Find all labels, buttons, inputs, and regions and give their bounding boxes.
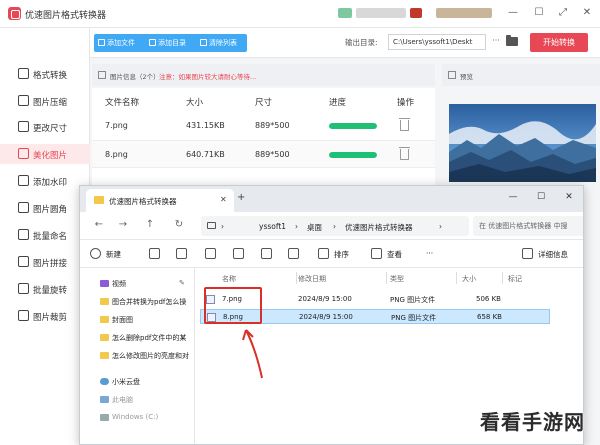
converter-app: 优速图片格式转换器 — ☐ ⤢ ✕ 添加文件 添加目录 清除列表 输出目录: C… bbox=[0, 0, 600, 445]
annotation-arrow bbox=[242, 329, 263, 379]
site-watermark: 看看手游网 bbox=[480, 410, 585, 434]
